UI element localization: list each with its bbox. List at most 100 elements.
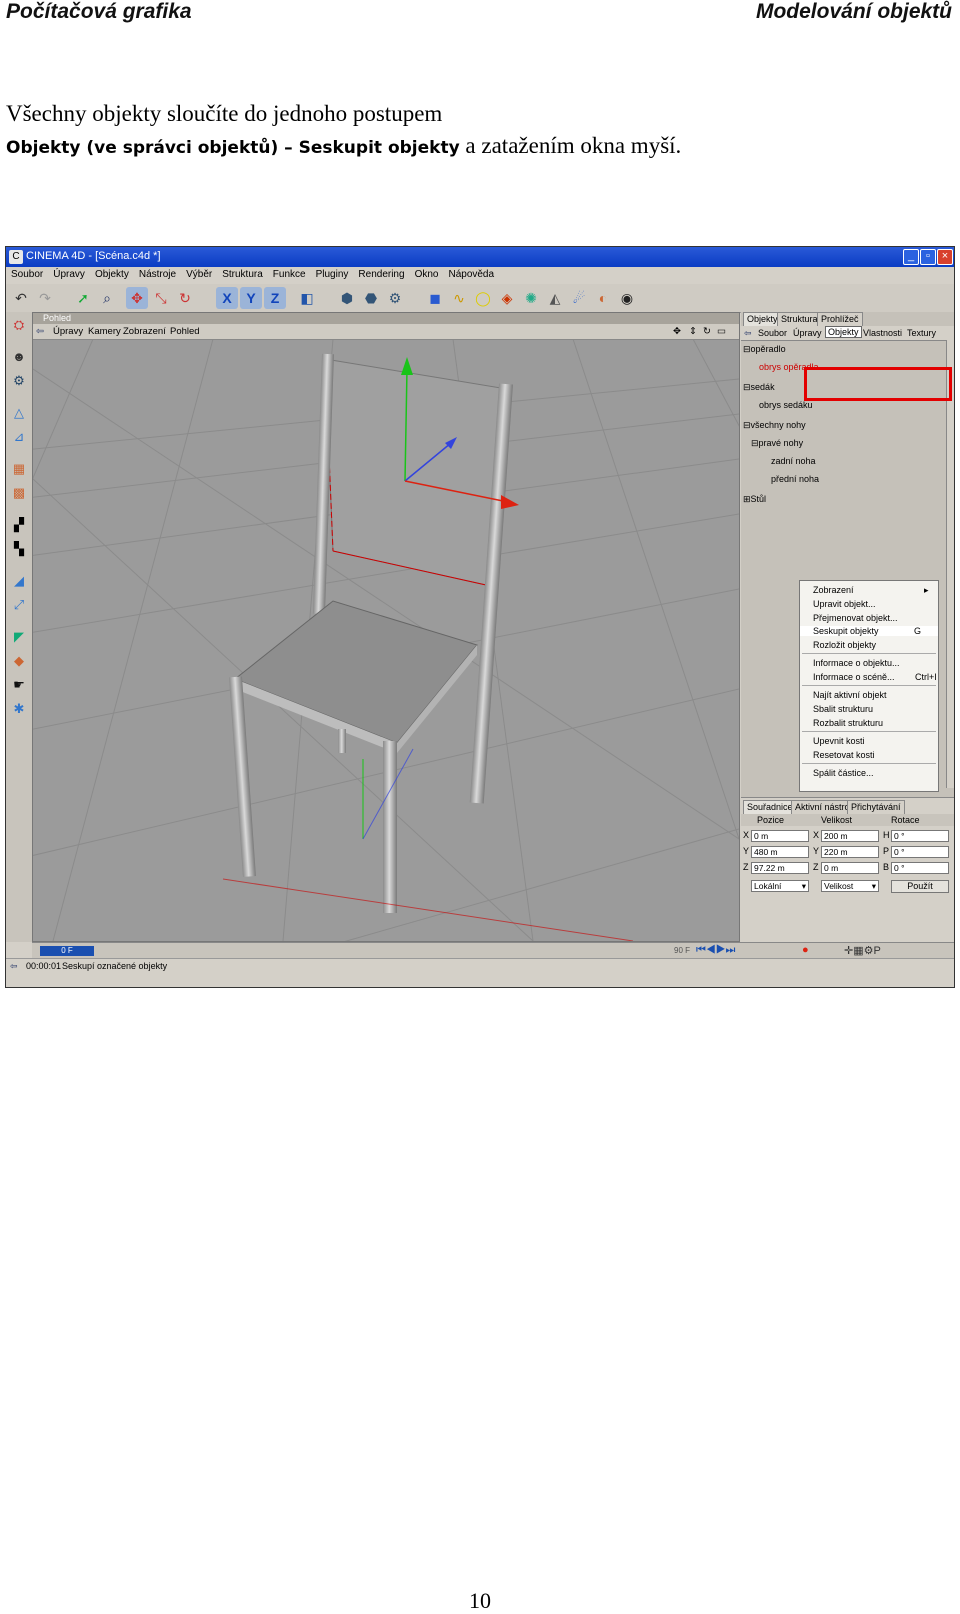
rotate-icon[interactable]: ↻ — [174, 287, 196, 309]
tab-prohlizec[interactable]: Prohlížeč — [817, 312, 863, 326]
bodypaint-icon[interactable]: ◆ — [8, 650, 30, 672]
menu-item-zobrazeni[interactable]: Zobrazení — [813, 585, 854, 595]
menu-item-upravit-objekt[interactable]: Upravit objekt... — [813, 599, 876, 609]
menu-item-resetovat-kosti[interactable]: Resetovat kosti — [813, 750, 875, 760]
pos-x-field[interactable]: 0 m — [751, 830, 809, 842]
menu-pluginy[interactable]: Pluginy — [311, 267, 354, 280]
viewport-menu-zobrazeni[interactable]: Zobrazení — [123, 326, 166, 337]
maximize-icon[interactable]: ▫ — [920, 249, 936, 265]
menu-rendering[interactable]: Rendering — [353, 267, 409, 280]
spline-icon[interactable]: ∿ — [448, 287, 470, 309]
size-y-field[interactable]: 220 m — [821, 846, 879, 858]
menu-struktura[interactable]: Struktura — [217, 267, 268, 280]
menu-napoveda[interactable]: Nápověda — [443, 267, 499, 280]
om-menu-upravy[interactable]: Úpravy — [793, 328, 822, 338]
close-icon[interactable]: × — [937, 249, 953, 265]
y-axis-icon[interactable]: Y — [240, 287, 262, 309]
menu-objekty[interactable]: Objekty — [90, 267, 134, 280]
z-axis-icon[interactable]: Z — [264, 287, 286, 309]
menu-item-prejmenovat[interactable]: Přejmenovat objekt... — [813, 613, 898, 623]
tree-item[interactable]: ⊟opěradlo — [743, 344, 786, 355]
tree-item[interactable]: ⊟pravé nohy — [751, 438, 803, 449]
points-icon[interactable]: △ — [8, 402, 30, 424]
use-model-tool-icon[interactable]: ⛭ — [8, 314, 30, 336]
edges-icon[interactable]: ⊿ — [8, 426, 30, 448]
pos-y-field[interactable]: 480 m — [751, 846, 809, 858]
render-picture-icon[interactable]: ⬣ — [360, 287, 382, 309]
viewport-arrow-icon[interactable]: ⇦ — [36, 326, 44, 337]
render-settings-icon[interactable]: ⚙ — [384, 287, 406, 309]
tree-item[interactable]: obrys sedáku — [759, 400, 813, 410]
size-select[interactable]: Velikost ▾ — [821, 880, 879, 892]
polygons-icon[interactable]: ▦ — [8, 458, 30, 480]
menu-funkce[interactable]: Funkce — [268, 267, 311, 280]
menu-okno[interactable]: Okno — [410, 267, 444, 280]
menu-item-spalit-castice[interactable]: Spálit částice... — [813, 768, 874, 778]
tree-item[interactable]: zadní noha — [771, 456, 816, 466]
tree-item[interactable]: ⊟sedák — [743, 382, 775, 393]
menu-upravy[interactable]: Úpravy — [48, 267, 90, 280]
record-icon[interactable]: ● — [802, 944, 809, 956]
dolly-icon[interactable]: ⇕ — [689, 326, 697, 337]
size-x-field[interactable]: 200 m — [821, 830, 879, 842]
move-icon[interactable]: ✥ — [126, 287, 148, 309]
timeline[interactable]: 0 F 90 F ⏮◀▶⏭ ● ✛▦⚙P — [32, 942, 954, 959]
use-object-tool-icon[interactable]: ☻ — [8, 346, 30, 368]
menu-item-rozlozit[interactable]: Rozložit objekty — [813, 640, 876, 650]
rot-p-field[interactable]: 0 ° — [891, 846, 949, 858]
tab-souradnice[interactable]: Souřadnice — [743, 800, 797, 814]
zoom-icon[interactable]: ⌕ — [96, 287, 118, 309]
object-manager-arrow-icon[interactable]: ⇦ — [744, 328, 752, 339]
menu-item-najit[interactable]: Najít aktivní objekt — [813, 690, 887, 700]
om-menu-vlastnosti[interactable]: Vlastnosti — [863, 328, 902, 338]
camera-icon[interactable]: ◉ — [616, 287, 638, 309]
nurbs-icon[interactable]: ◯ — [472, 287, 494, 309]
playback-controls-icon[interactable]: ⏮◀▶⏭ — [696, 944, 735, 957]
axis-lock-icon[interactable]: ⤢ — [8, 594, 30, 616]
menu-item-informace-objekt[interactable]: Informace o objektu... — [813, 658, 900, 668]
checker-icon[interactable]: ▞ — [8, 514, 30, 536]
rotate-view-icon[interactable]: ↻ — [703, 326, 711, 337]
deformer-icon[interactable]: ◭ — [544, 287, 566, 309]
object-manager-scrollbar[interactable] — [946, 340, 954, 788]
pan-icon[interactable]: ✥ — [673, 326, 681, 337]
rot-b-field[interactable]: 0 ° — [891, 862, 949, 874]
size-z-field[interactable]: 0 m — [821, 862, 879, 874]
menu-vyber[interactable]: Výběr — [181, 267, 217, 280]
checker-alt-icon[interactable]: ▚ — [8, 538, 30, 560]
hair-icon[interactable]: ☛ — [8, 674, 30, 696]
tab-prichytavani[interactable]: Přichytávání — [847, 800, 905, 814]
animation-icon[interactable]: ◤ — [8, 626, 30, 648]
undo-icon[interactable]: ↶ — [10, 287, 32, 309]
om-menu-objekty[interactable]: Objekty — [825, 326, 862, 338]
menu-item-rozbalit[interactable]: Rozbalit strukturu — [813, 718, 883, 728]
tree-item[interactable]: přední noha — [771, 474, 819, 484]
coordinate-system-icon[interactable]: ◧ — [296, 287, 318, 309]
viewport-menu-upravy[interactable]: Úpravy — [53, 326, 83, 337]
redo-icon[interactable]: ↷ — [34, 287, 56, 309]
timeline-current-frame[interactable]: 0 F — [40, 946, 94, 956]
om-menu-textury[interactable]: Textury — [907, 328, 936, 338]
use-texture-tool-icon[interactable]: ⚙ — [8, 370, 30, 392]
mode-select[interactable]: Lokální ▾ — [751, 880, 809, 892]
scene-icon[interactable]: ☄ — [568, 287, 590, 309]
select-arrow-icon[interactable]: ➚ — [72, 287, 94, 309]
x-axis-icon[interactable]: X — [216, 287, 238, 309]
cube-icon[interactable]: ◼ — [424, 287, 446, 309]
keyframe-tools-icon[interactable]: ✛▦⚙P — [844, 944, 881, 957]
polygon-select-icon[interactable]: ▩ — [8, 482, 30, 504]
menu-item-informace-scena[interactable]: Informace o scéně... Ctrl+I — [813, 672, 937, 682]
menu-nastroje[interactable]: Nástroje — [134, 267, 181, 280]
scale-icon[interactable]: ⤡ — [150, 287, 172, 309]
workplane-icon[interactable]: ◢ — [8, 570, 30, 592]
view-toggle-icon[interactable]: ▭ — [717, 326, 726, 337]
menu-item-upevnit-kosti[interactable]: Upevnit kosti — [813, 736, 865, 746]
menu-item-seskupit-objekty[interactable]: Seskupit objekty G — [800, 626, 938, 636]
pos-z-field[interactable]: 97.22 m — [751, 862, 809, 874]
tweak-icon[interactable]: ✱ — [8, 698, 30, 720]
viewport[interactable]: Pohled ⇦ Úpravy Kamery Zobrazení Pohled … — [32, 312, 740, 942]
apply-button[interactable]: Použít — [891, 880, 949, 893]
rot-h-field[interactable]: 0 ° — [891, 830, 949, 842]
tab-struktura[interactable]: Struktura — [777, 312, 822, 326]
light-icon[interactable]: ◐ — [592, 287, 614, 309]
